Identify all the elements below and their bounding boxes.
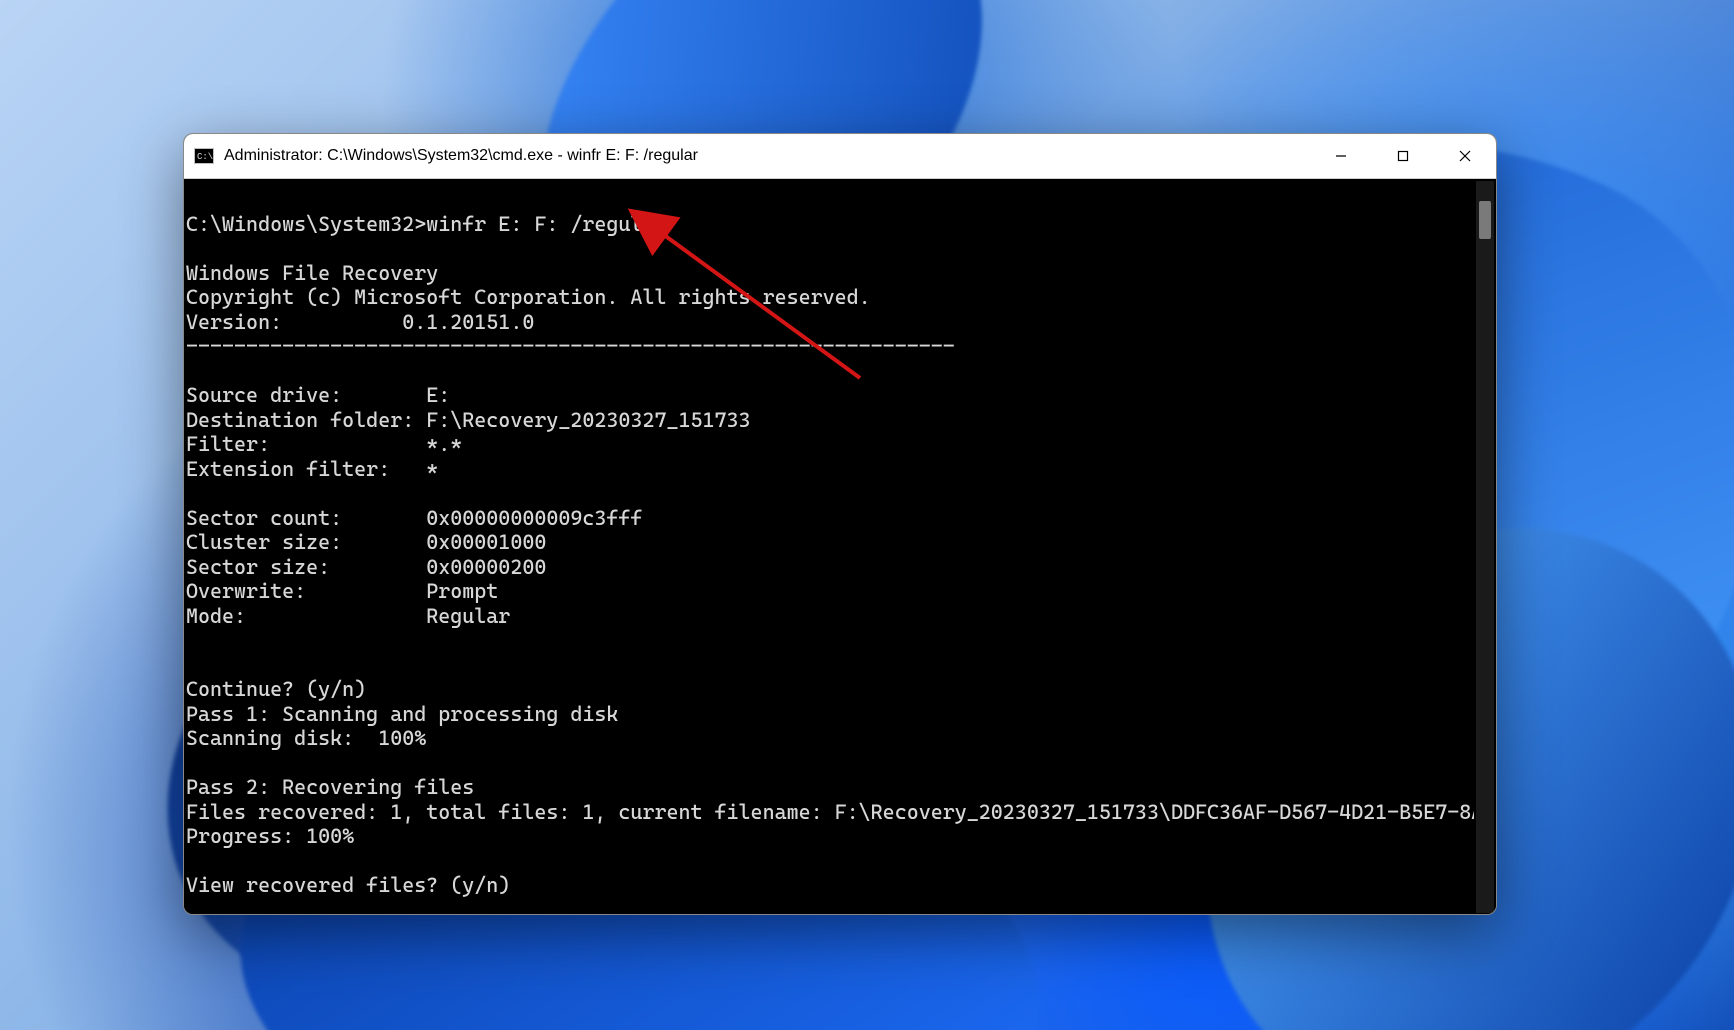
progress: Progress: 100% bbox=[186, 824, 354, 848]
scan-pct: Scanning disk: 100% bbox=[186, 726, 426, 750]
minimize-button[interactable] bbox=[1310, 134, 1372, 178]
source-drive: Source drive: E: bbox=[186, 383, 450, 407]
prompt: C:\Windows\System32> bbox=[186, 212, 426, 236]
pass1: Pass 1: Scanning and processing disk bbox=[186, 702, 618, 726]
cluster-size: Cluster size: 0x00001000 bbox=[186, 530, 546, 554]
scrollbar-thumb[interactable] bbox=[1479, 201, 1491, 239]
minimize-icon bbox=[1334, 149, 1348, 163]
titlebar[interactable]: C:\ Administrator: C:\Windows\System32\c… bbox=[184, 134, 1496, 179]
close-button[interactable] bbox=[1434, 134, 1496, 178]
app-name: Windows File Recovery bbox=[186, 261, 438, 285]
continue-prompt: Continue? (y/n) bbox=[186, 677, 366, 701]
overwrite: Overwrite: Prompt bbox=[186, 579, 498, 603]
terminal-area[interactable]: C:\Windows\System32>winfr E: F: /regular… bbox=[184, 179, 1496, 915]
cmd-icon: C:\ bbox=[194, 148, 214, 164]
dest-folder: Destination folder: F:\Recovery_20230327… bbox=[186, 408, 751, 432]
cmd-window: C:\ Administrator: C:\Windows\System32\c… bbox=[183, 133, 1497, 915]
mode: Mode: Regular bbox=[186, 604, 510, 628]
sector-count: Sector count: 0x00000000009c3fff bbox=[186, 506, 642, 530]
maximize-icon bbox=[1396, 149, 1410, 163]
sector-size: Sector size: 0x00000200 bbox=[186, 555, 546, 579]
copyright: Copyright (c) Microsoft Corporation. All… bbox=[186, 285, 871, 309]
maximize-button[interactable] bbox=[1372, 134, 1434, 178]
divider: ----------------------------------------… bbox=[186, 334, 955, 358]
window-title: Administrator: C:\Windows\System32\cmd.e… bbox=[224, 147, 1310, 165]
close-icon bbox=[1458, 149, 1472, 163]
desktop-background: C:\ Administrator: C:\Windows\System32\c… bbox=[0, 0, 1734, 1030]
files-line: Files recovered: 1, total files: 1, curr… bbox=[186, 800, 1474, 824]
command: winfr E: F: /regular bbox=[426, 212, 666, 236]
version: Version: 0.1.20151.0 bbox=[186, 310, 534, 334]
window-controls bbox=[1310, 134, 1496, 178]
ext-filter: Extension filter: * bbox=[186, 457, 438, 481]
scrollbar[interactable] bbox=[1476, 181, 1494, 913]
pass2: Pass 2: Recovering files bbox=[186, 775, 474, 799]
filter: Filter: *.* bbox=[186, 432, 462, 456]
svg-text:C:\: C:\ bbox=[197, 152, 213, 162]
terminal-output: C:\Windows\System32>winfr E: F: /regular… bbox=[184, 179, 1474, 915]
view-prompt: View recovered files? (y/n) bbox=[186, 873, 510, 897]
